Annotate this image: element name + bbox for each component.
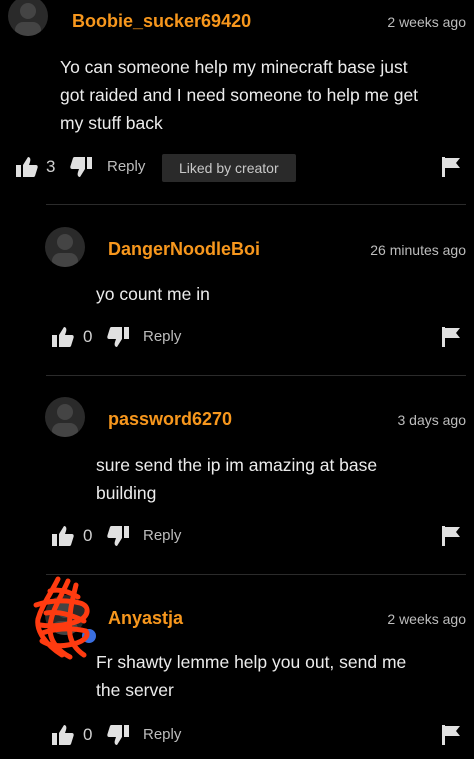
redaction-scribble (33, 576, 90, 660)
username[interactable]: Anyastja (108, 608, 183, 629)
comment-text: Yo can someone help my minecraft base ju… (60, 53, 418, 137)
comment-text: sure send the ip im amazing at base buil… (96, 451, 377, 507)
timestamp: 2 weeks ago (387, 14, 466, 30)
like-count: 3 (46, 157, 56, 176)
comment-text-line: Yo can someone help my minecraft base ju… (60, 57, 408, 77)
like-count: 0 (83, 327, 93, 346)
comment-actions: 0 Reply (0, 323, 474, 351)
username[interactable]: password6270 (108, 409, 232, 430)
thumbs-up-icon[interactable] (52, 327, 74, 347)
avatar[interactable] (8, 0, 48, 36)
username[interactable]: DangerNoodleBoi (108, 239, 260, 260)
thumbs-down-icon[interactable] (107, 327, 129, 347)
timestamp: 26 minutes ago (370, 242, 466, 258)
like-count: 0 (83, 725, 93, 744)
comment-text: Fr shawty lemme help you out, send me th… (96, 648, 406, 704)
timestamp: 2 weeks ago (387, 611, 466, 627)
reply-button[interactable]: Reply (107, 153, 145, 181)
thumbs-down-icon[interactable] (70, 157, 92, 177)
thumbs-down-icon[interactable] (107, 526, 129, 546)
liked-by-creator-badge: Liked by creator (162, 154, 296, 182)
comment-text-line: sure send the ip im amazing at base (96, 455, 378, 475)
flag-icon[interactable] (442, 526, 460, 546)
thumbs-down-icon[interactable] (107, 725, 129, 745)
avatar[interactable] (45, 227, 85, 267)
avatar[interactable] (45, 397, 85, 437)
comment-text: yo count me in (96, 280, 210, 308)
comment-text-line: the server (96, 680, 174, 700)
thumbs-up-icon[interactable] (52, 526, 74, 546)
timestamp: 3 days ago (397, 412, 467, 428)
comment-text-line: Fr shawty lemme help you out, send me (96, 652, 407, 672)
comment-actions: 0 Reply (0, 522, 474, 550)
like-count: 0 (83, 526, 93, 545)
username[interactable]: Boobie_sucker69420 (72, 11, 251, 32)
comment-text-line: building (96, 483, 157, 503)
thumbs-up-icon[interactable] (52, 725, 74, 745)
comment-1: Boobie_sucker69420 2 weeks ago Yo can so… (0, 0, 474, 200)
comment-text-line: yo count me in (96, 284, 210, 304)
reply-button[interactable]: Reply (143, 721, 181, 749)
comment-3: password6270 3 days ago sure send the ip… (0, 376, 474, 574)
flag-icon[interactable] (442, 327, 460, 347)
comment-text-line: got raided and I need someone to help me… (60, 85, 419, 105)
flag-icon[interactable] (442, 157, 460, 177)
comment-text-line: my stuff back (60, 113, 163, 133)
comment-4: Anyastja 2 weeks ago Fr shawty lemme hel… (0, 575, 474, 759)
comment-actions: 3 Reply Liked by creator (0, 153, 474, 182)
reply-button[interactable]: Reply (143, 323, 181, 351)
comment-2: DangerNoodleBoi 26 minutes ago yo count … (0, 205, 474, 375)
flag-icon[interactable] (442, 725, 460, 745)
thumbs-up-icon[interactable] (16, 157, 38, 177)
reply-button[interactable]: Reply (143, 522, 181, 550)
comment-actions: 0 Reply (0, 721, 474, 749)
